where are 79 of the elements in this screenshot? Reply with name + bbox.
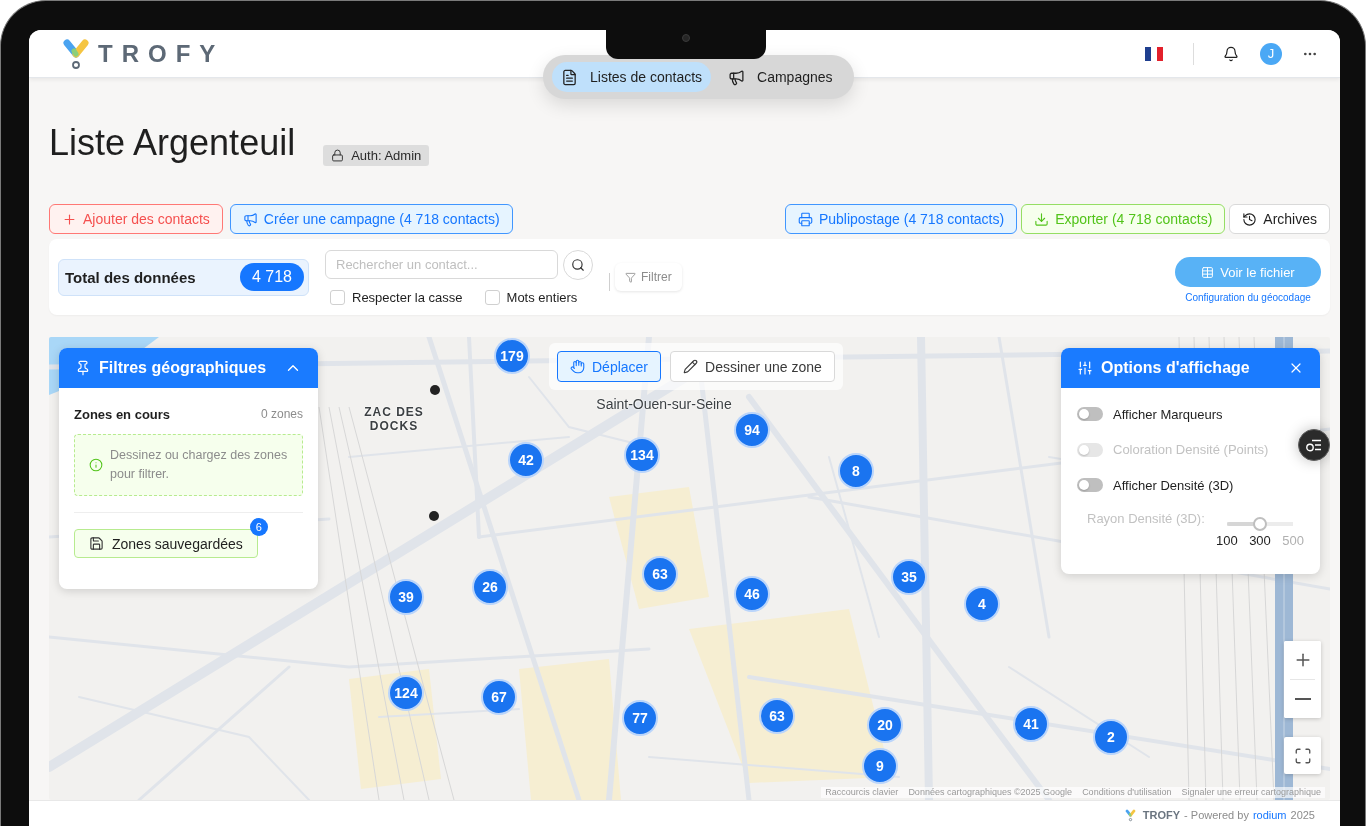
place-label: Saint-Ouen-sur-Seine — [596, 395, 732, 413]
checkbox-label[interactable]: Mots entiers — [506, 289, 578, 305]
zoom-out-button[interactable] — [1284, 680, 1321, 718]
camera-icon — [682, 34, 690, 42]
action-button[interactable]: Exporter (4 718 contacts) — [1021, 204, 1226, 234]
megaphone-icon — [728, 68, 746, 86]
footer-brand: TROFY — [1142, 809, 1181, 821]
filter-button[interactable]: Filtrer — [615, 263, 682, 291]
lock-icon — [331, 149, 345, 162]
toggle-label: Afficher Densité (3D) — [1113, 477, 1234, 493]
search-button[interactable] — [563, 249, 593, 280]
zone-count: 0 zones — [260, 407, 303, 421]
checkbox[interactable] — [484, 289, 500, 305]
search-field[interactable]: Rechercher un contact... — [325, 250, 558, 279]
slider-mark-label: 100 — [1216, 532, 1238, 548]
logo-icon — [62, 37, 90, 70]
attribution-link[interactable]: Signaler une erreur cartographique — [1181, 787, 1321, 798]
nav-tab[interactable]: Listes de contacts — [552, 62, 712, 92]
save-icon — [89, 536, 104, 551]
map-tool-button[interactable]: Dessiner une zone — [670, 351, 835, 382]
attribution-link[interactable]: Conditions d'utilisation — [1082, 787, 1172, 798]
count-badge: 4 718 — [239, 263, 304, 291]
table-icon — [1201, 265, 1215, 279]
footer-year: 2025 — [1290, 809, 1315, 821]
footer-logo-icon — [1124, 809, 1136, 822]
view-file-button[interactable]: Voir le fichier — [1175, 257, 1321, 287]
toggle-switch[interactable] — [1077, 407, 1103, 421]
map-point-icon — [429, 511, 439, 521]
action-button[interactable]: Archives — [1229, 204, 1330, 234]
badge-label: Auth: Admin — [351, 148, 422, 163]
map-tool-button[interactable]: Déplacer — [557, 351, 662, 382]
section-title: Zones en cours — [74, 406, 171, 422]
search-icon — [571, 257, 585, 272]
sliders-icon — [1077, 360, 1093, 376]
count-badge: 6 — [249, 518, 268, 536]
slider-mark-label: 500 — [1282, 532, 1304, 548]
bell-icon[interactable] — [1223, 45, 1239, 62]
checkbox-label[interactable]: Respecter la casse — [352, 289, 463, 305]
pencil-icon — [683, 359, 699, 374]
page-title: Liste Argenteuil — [49, 121, 296, 165]
flag-icon[interactable] — [1145, 46, 1163, 61]
download-icon — [1034, 211, 1050, 227]
toggle-switch[interactable] — [1077, 478, 1103, 492]
logo-text: TROFY — [98, 39, 225, 68]
hand-icon — [570, 359, 585, 374]
fullscreen-icon — [1293, 746, 1312, 765]
action-button[interactable]: Publipostage (4 718 contacts) — [784, 204, 1018, 234]
zoom-in-button[interactable] — [1284, 641, 1321, 679]
toggle-label: Coloration Densité (Points) — [1113, 442, 1269, 457]
attribution-link[interactable]: Raccourcis clavier — [825, 787, 899, 798]
filter-icon — [625, 271, 636, 283]
slider-mark-label: 300 — [1249, 532, 1271, 548]
attribution-link[interactable]: Données cartographiques ©2025 Google — [908, 787, 1073, 798]
toggle-label: Afficher Marqueurs — [1113, 406, 1223, 422]
hint-text: Dessinez ou chargez des zones pour filtrer. — [110, 447, 289, 483]
printer-icon — [797, 211, 813, 227]
clock-icon — [1242, 211, 1258, 227]
place-label: ZAC DES DOCKS — [363, 406, 425, 434]
plus-icon — [62, 211, 77, 227]
minus-icon — [1294, 698, 1311, 700]
footer-text: - Powered by — [1184, 809, 1249, 821]
avatar[interactable]: J — [1260, 42, 1282, 65]
megaphone-icon — [242, 211, 258, 227]
total-label: Total des données — [65, 268, 196, 286]
checkbox[interactable] — [330, 289, 345, 305]
panel-title: Filtres géographiques — [99, 359, 267, 377]
slider-label: Rayon Densité (3D): — [1087, 509, 1205, 528]
document-icon — [561, 68, 578, 86]
nav-tab[interactable]: Campagnes — [719, 62, 842, 92]
list-icon — [1306, 438, 1322, 452]
action-button[interactable]: Ajouter des contacts — [49, 204, 223, 234]
pin-icon — [75, 360, 91, 376]
geocoding-link[interactable]: Configuration du géocodage — [1185, 292, 1311, 303]
action-button[interactable]: Créer une campagne (4 718 contacts) — [229, 204, 513, 234]
info-icon — [89, 458, 103, 472]
map-point-icon — [430, 385, 440, 395]
fullscreen-button[interactable] — [1284, 737, 1321, 774]
panel-title: Options d'affichage — [1101, 359, 1250, 377]
footer-link[interactable]: rodium — [1252, 809, 1287, 821]
